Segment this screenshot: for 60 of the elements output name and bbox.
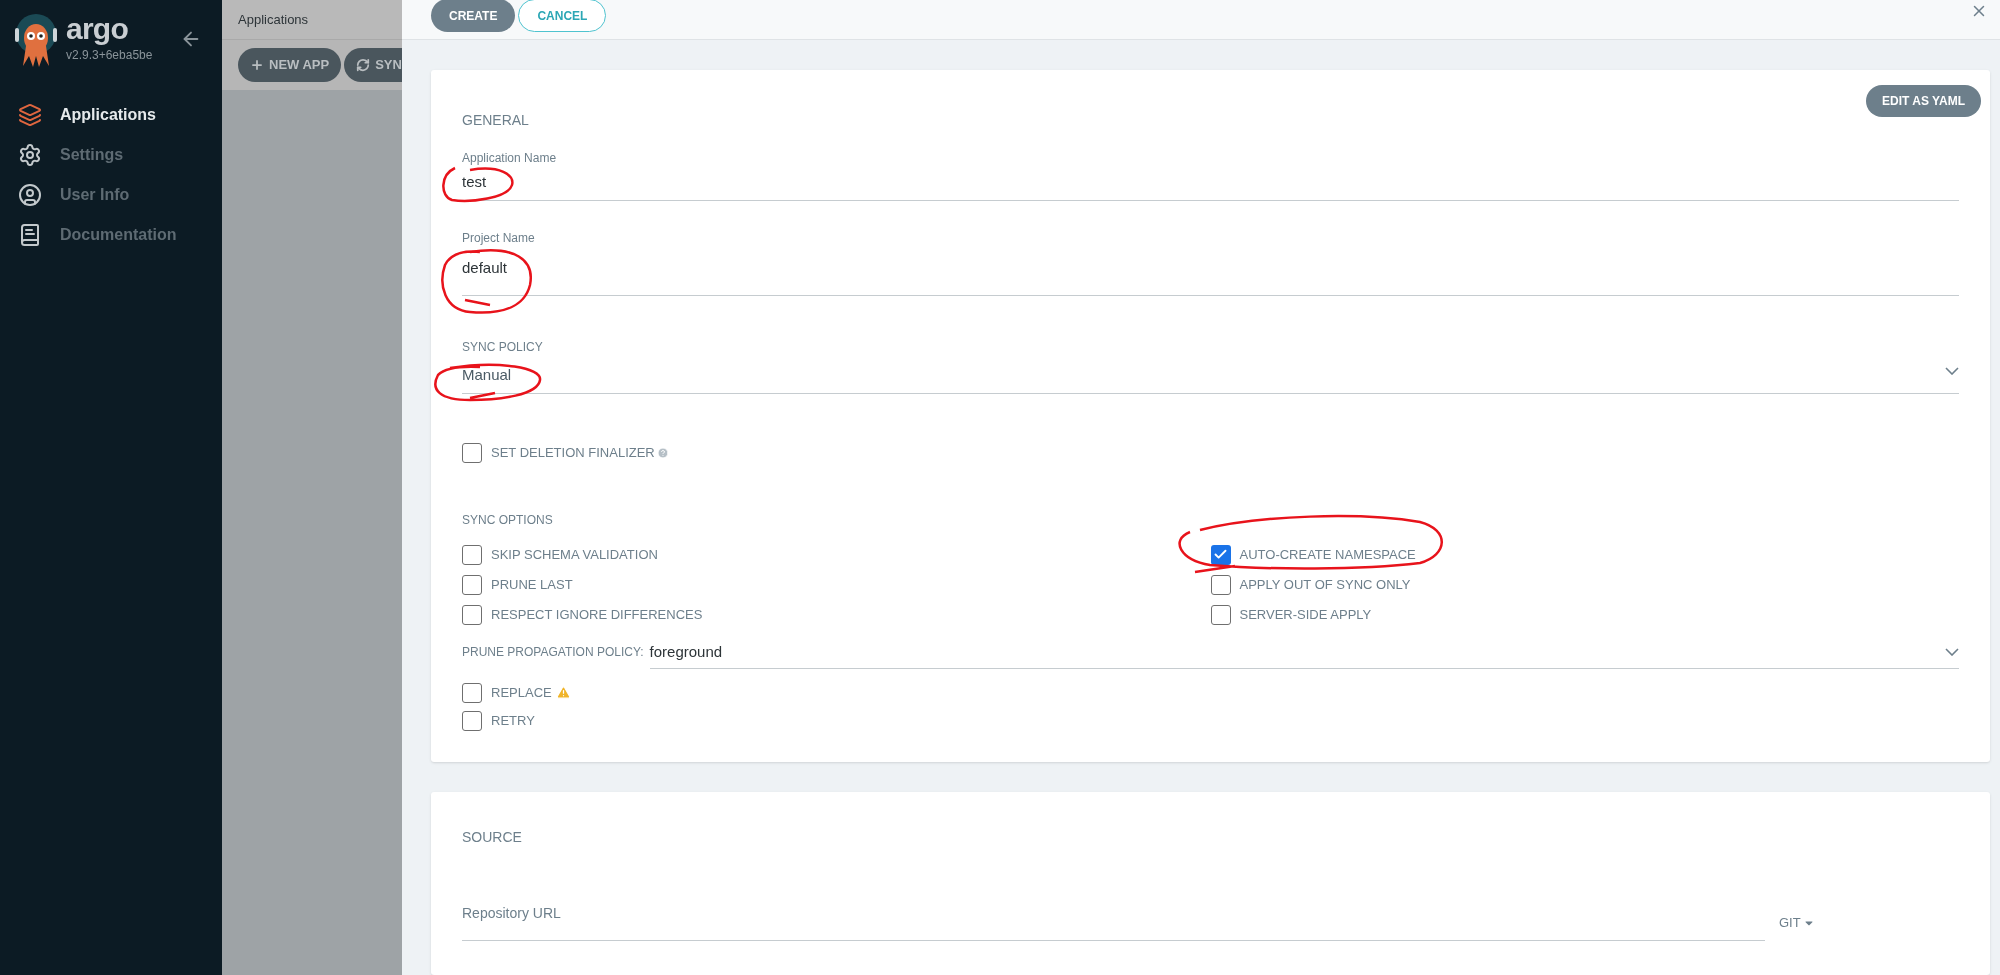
field-value: test [462, 172, 487, 192]
text-field[interactable]: Application Name test [462, 149, 1959, 201]
checkbox-label: REPLACE [491, 683, 552, 702]
checkbox[interactable] [462, 710, 482, 731]
check-icon [1213, 547, 1228, 562]
cancel-button[interactable]: CANCEL [518, 0, 607, 32]
toolbar-button[interactable]: SYN [344, 48, 402, 82]
logo-text: argo [66, 12, 129, 46]
refresh-icon [356, 58, 371, 72]
checkbox[interactable] [462, 442, 482, 463]
edit-yaml-button[interactable]: EDIT AS YAML [1866, 85, 1981, 117]
checkbox-label: RETRY [491, 711, 535, 730]
field-label: SYNC POLICY [462, 339, 544, 356]
sidebar-item[interactable]: Applications [0, 95, 222, 135]
field-value: default [462, 257, 508, 278]
text-field[interactable]: Project Name default [462, 228, 1959, 296]
checkbox-label: SET DELETION FINALIZER [491, 443, 655, 462]
repo-type-dropdown[interactable]: GIT [1779, 913, 1959, 933]
section-title: SOURCE [462, 828, 522, 845]
checkbox[interactable] [462, 544, 482, 565]
field-label: Application Name [462, 150, 558, 167]
toolbar-button[interactable]: NEW APP [238, 48, 342, 82]
sidebar-item[interactable]: User Info [0, 175, 222, 215]
chevron-icon [1945, 648, 1959, 656]
checkbox[interactable] [462, 682, 482, 703]
version-text: v2.9.3+6eba5be [66, 47, 153, 64]
checkbox-label: RESPECT IGNORE DIFFERENCES [491, 605, 703, 624]
repository-url-field[interactable]: Repository URL [462, 900, 1765, 941]
checkbox[interactable] [462, 604, 482, 625]
checkbox-label: AUTO-CREATE NAMESPACE [1239, 545, 1416, 564]
checkbox[interactable] [462, 574, 482, 595]
plus-icon [250, 58, 264, 72]
create-button[interactable]: CREATE [431, 0, 516, 32]
page-title: Applications [238, 10, 309, 29]
gear-icon [18, 143, 42, 167]
user-icon [18, 183, 42, 207]
checkbox-label: PRUNE LAST [491, 575, 573, 594]
checkbox[interactable] [1210, 544, 1231, 565]
checkbox-label: SERVER-SIDE APPLY [1239, 605, 1372, 624]
book-icon [18, 223, 42, 247]
octopus-logo-icon [14, 12, 58, 68]
chevron-icon [1945, 367, 1959, 376]
section-title: SYNC OPTIONS [462, 511, 554, 529]
field-label: Repository URL [462, 904, 561, 921]
field-value: Manual [462, 365, 512, 385]
checkbox[interactable] [1210, 604, 1231, 625]
help-icon [656, 446, 669, 459]
checkbox[interactable] [1210, 574, 1231, 595]
warning-icon [555, 685, 571, 700]
sync-policy-select[interactable]: SYNC POLICY Manual [462, 338, 1959, 394]
prune-policy-select[interactable]: foreground [649, 636, 1959, 669]
section-title: GENERAL [462, 111, 529, 130]
sidebar-item[interactable]: Settings [0, 135, 222, 175]
field-label: Project Name [462, 229, 536, 247]
layers-icon [18, 103, 42, 127]
field-value: foreground [649, 641, 723, 662]
field-label: PRUNE PROPAGATION POLICY: [462, 643, 644, 661]
checkbox-label: SKIP SCHEMA VALIDATION [491, 545, 658, 564]
sidebar-item[interactable]: Documentation [0, 215, 222, 255]
checkbox-label: APPLY OUT OF SYNC ONLY [1239, 575, 1411, 594]
